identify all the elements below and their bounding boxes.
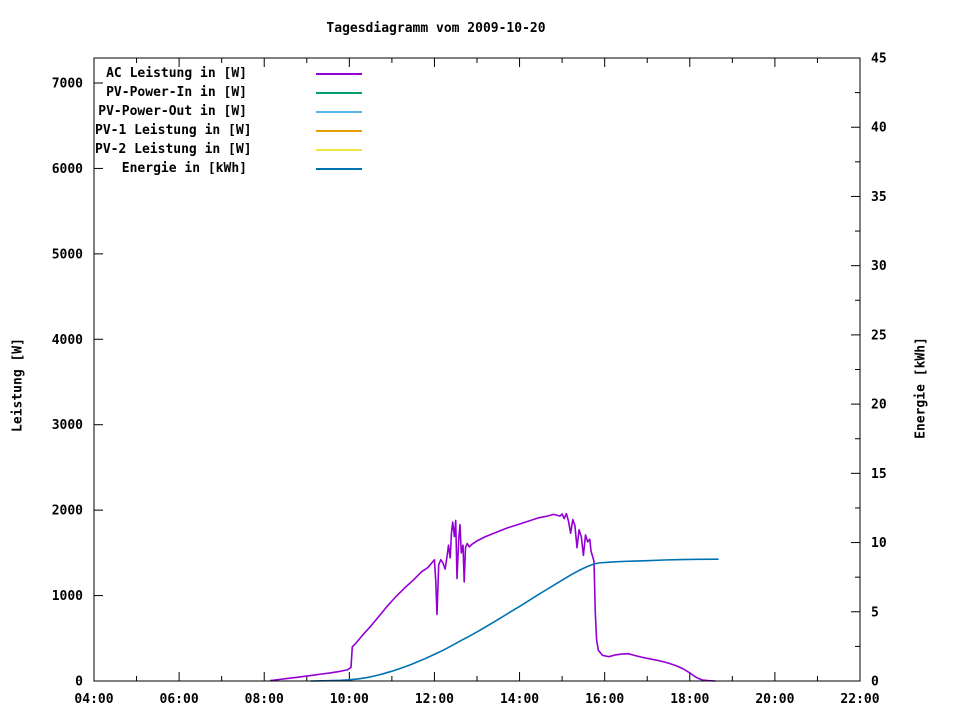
x-tick-label: 16:00 — [585, 692, 624, 707]
legend-line-sample — [316, 91, 362, 94]
x-tick-label: 20:00 — [755, 692, 794, 707]
x-tick-label: 18:00 — [670, 692, 709, 707]
y-left-tick-label: 6000 — [52, 162, 83, 177]
y-right-tick-label: 5 — [871, 605, 879, 620]
x-tick-label: 04:00 — [74, 692, 113, 707]
y-right-tick-label: 30 — [871, 259, 887, 274]
y-left-tick-label: 4000 — [52, 333, 83, 348]
legend-label: PV-2 Leistung in [W] — [95, 142, 252, 157]
legend-line-sample — [316, 129, 362, 132]
legend-item-2: PV-Power-Out in [W] — [95, 102, 362, 121]
y-left-tick-label: 2000 — [52, 504, 83, 519]
y-axis-right-title: Energie [kWh] — [913, 337, 929, 439]
x-tick-label: 12:00 — [415, 692, 454, 707]
y-left-tick-label: 7000 — [52, 77, 83, 92]
y-right-tick-label: 10 — [871, 536, 887, 551]
legend-item-0: AC Leistung in [W] — [95, 64, 362, 83]
chart-title: Tagesdiagramm vom 2009-10-20 — [326, 21, 546, 36]
legend-label: PV-Power-Out in [W] — [98, 104, 247, 119]
legend-label: PV-1 Leistung in [W] — [95, 123, 252, 138]
chart-screen: 04:00 06:00 08:00 10:00 12:00 14:00 16:00 18:00… — [0, 0, 960, 720]
y-right-tick-label: 15 — [871, 467, 887, 482]
legend-label: Energie in [kWh] — [121, 161, 247, 176]
legend-line-sample — [316, 148, 362, 151]
y-axis-left-title: Leistung [W] — [10, 338, 26, 432]
legend-item-1: PV-Power-In in [W] — [95, 83, 362, 102]
y-left-tick-label: 1000 — [52, 589, 83, 604]
y-right-tick-label: 35 — [871, 190, 887, 205]
legend-line-sample — [316, 167, 362, 170]
y-right-tick-label: 25 — [871, 328, 887, 343]
legend-label: AC Leistung in [W] — [106, 66, 247, 81]
y-left-tick-label: 5000 — [52, 247, 83, 262]
legend: AC Leistung in [W] PV-Power-In in [W] PV-P… — [95, 64, 362, 178]
legend-item-3: PV-1 Leistung in [W] — [95, 121, 362, 140]
y-right-tick-label: 40 — [871, 121, 887, 136]
y-right-tick-label: 45 — [871, 52, 887, 67]
y-right-tick-label: 0 — [871, 675, 879, 690]
x-tick-label: 06:00 — [160, 692, 199, 707]
y-right-tick-label: 20 — [871, 398, 887, 413]
legend-label: PV-Power-In in [W] — [106, 85, 247, 100]
legend-item-5: Energie in [kWh] — [95, 159, 362, 178]
series-line-5 — [310, 558, 719, 682]
x-tick-label: 14:00 — [500, 692, 539, 707]
x-tick-label: 22:00 — [840, 692, 879, 707]
legend-line-sample — [316, 72, 362, 75]
y-left-tick-label: 0 — [75, 675, 83, 690]
y-left-tick-label: 3000 — [52, 418, 83, 433]
x-tick-label: 10:00 — [330, 692, 369, 707]
legend-item-4: PV-2 Leistung in [W] — [95, 140, 362, 159]
series-line-0 — [269, 512, 717, 682]
legend-line-sample — [316, 110, 362, 113]
x-tick-label: 08:00 — [245, 692, 284, 707]
